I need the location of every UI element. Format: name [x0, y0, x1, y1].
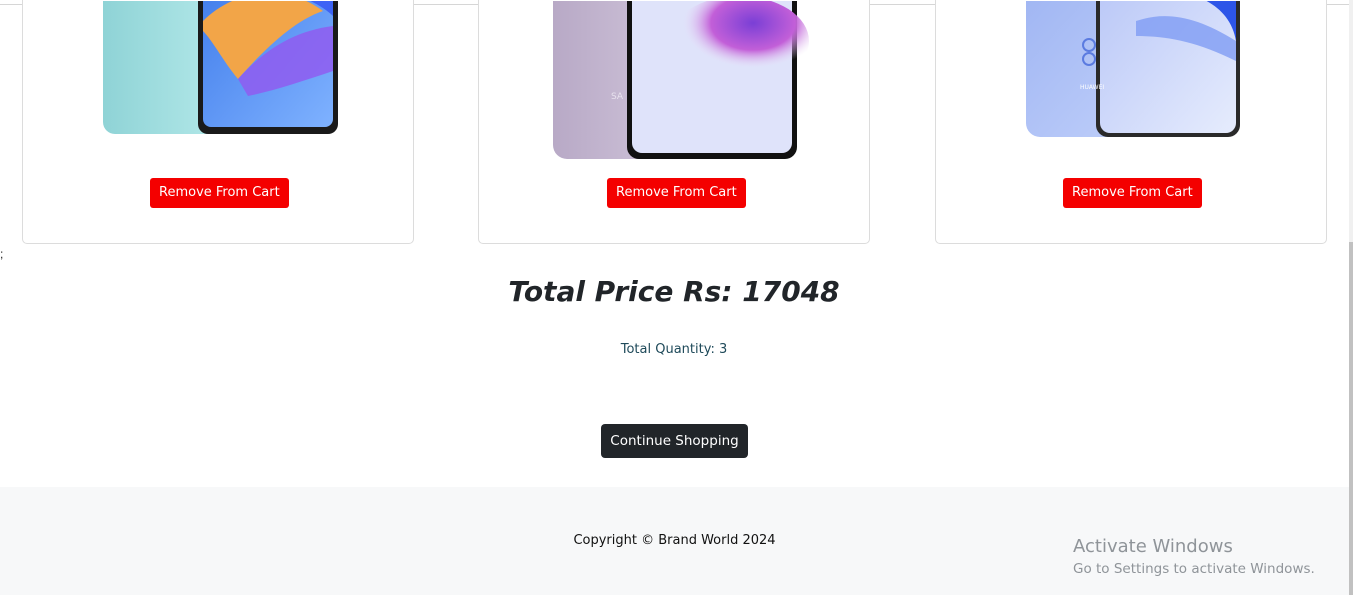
phone-image: SA	[553, 0, 809, 159]
windows-activation-watermark: Activate Windows Go to Settings to activ…	[1073, 536, 1315, 577]
total-price: Total Price Rs: 17048	[508, 275, 840, 308]
stray-text: ;	[0, 247, 4, 261]
phone-image	[103, 0, 338, 134]
product-image	[23, 0, 413, 141]
cart-item-card: SA Remove From Cart	[478, 0, 870, 244]
cart-page: Remove From Cart SA Remove From Cart HUA…	[0, 0, 1353, 595]
product-image: SA	[479, 0, 869, 159]
cart-item-card: Remove From Cart	[22, 0, 414, 244]
product-image: HUAWEI	[936, 0, 1326, 141]
remove-from-cart-button[interactable]: Remove From Cart	[607, 178, 746, 208]
brand-mark: SA	[611, 92, 624, 102]
activate-title: Activate Windows	[1073, 536, 1233, 557]
remove-from-cart-button[interactable]: Remove From Cart	[150, 178, 289, 208]
cart-item-card: HUAWEI Remove From Cart	[935, 0, 1327, 244]
scrollbar-thumb[interactable]	[1349, 242, 1353, 595]
remove-from-cart-button[interactable]: Remove From Cart	[1063, 178, 1202, 208]
brand-mark: HUAWEI	[1080, 84, 1104, 91]
activate-subtitle: Go to Settings to activate Windows.	[1073, 561, 1315, 577]
continue-shopping-button[interactable]: Continue Shopping	[601, 424, 748, 458]
phone-image: HUAWEI	[1026, 0, 1240, 137]
total-quantity: Total Quantity: 3	[620, 342, 728, 357]
